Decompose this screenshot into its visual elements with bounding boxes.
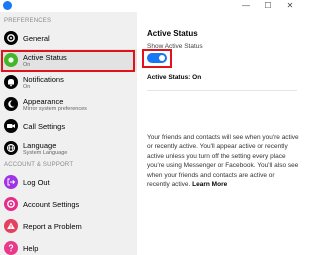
sidebar-item-active-status[interactable]: Active Status On xyxy=(0,49,137,72)
sidebar-item-appearance[interactable]: Appearance Mirror system preferences xyxy=(0,93,137,115)
sidebar-item-sublabel: System Language xyxy=(23,150,68,156)
divider xyxy=(147,90,297,91)
help-icon xyxy=(4,241,18,255)
description-text: Your friends and contacts will see when … xyxy=(147,134,299,189)
active-status-value: Active Status: On xyxy=(147,74,202,81)
sidebar-item-label: Appearance xyxy=(23,97,64,106)
active-status-panel: Active Status Show Active Status Active … xyxy=(137,12,300,255)
sidebar-item-label: Notifications xyxy=(23,75,64,84)
sidebar-item-language[interactable]: Language System Language xyxy=(0,137,137,159)
sidebar-item-label: Account Settings xyxy=(23,200,80,209)
minimize-button[interactable]: — xyxy=(236,0,256,12)
messenger-logo-icon xyxy=(3,1,12,10)
warning-icon xyxy=(4,219,18,233)
sidebar-item-report-a-problem[interactable]: Report a Problem xyxy=(0,215,137,237)
moon-icon xyxy=(4,97,18,111)
gear-icon xyxy=(4,31,18,45)
sidebar-item-log-out[interactable]: Log Out xyxy=(0,171,137,193)
learn-more-link[interactable]: Learn More xyxy=(192,181,227,188)
sidebar-item-call-settings[interactable]: Call Settings xyxy=(0,115,137,137)
active-status-description: Your friends and contacts will see when … xyxy=(147,133,299,189)
selection-highlight-box xyxy=(1,50,135,72)
toggle-highlight-box xyxy=(142,49,172,68)
maximize-button[interactable]: ☐ xyxy=(258,0,278,12)
sidebar-item-sublabel: Mirror system preferences xyxy=(23,106,87,112)
sidebar-item-label: Report a Problem xyxy=(23,222,82,231)
sidebar-item-label: Help xyxy=(23,244,39,253)
sidebar-item-notifications[interactable]: Notifications On xyxy=(0,71,137,93)
logout-icon xyxy=(4,175,18,189)
sidebar-item-label: Log Out xyxy=(23,178,50,187)
sidebar-item-help[interactable]: Help xyxy=(0,237,137,255)
sidebar-item-label: General xyxy=(23,34,50,43)
window-titlebar: — ☐ ✕ xyxy=(0,0,300,12)
sidebar-item-label: Call Settings xyxy=(23,122,66,131)
page-title: Active Status xyxy=(147,29,198,38)
sidebar-item-label: Language xyxy=(23,141,57,150)
video-icon xyxy=(4,119,18,133)
settings-sidebar: PREFERENCES General Active Status On Not… xyxy=(0,12,137,255)
section-header-preferences: PREFERENCES xyxy=(4,18,52,24)
sidebar-item-account-settings[interactable]: Account Settings xyxy=(0,193,137,215)
gear-icon xyxy=(4,197,18,211)
section-header-account-support: ACCOUNT & SUPPORT xyxy=(4,162,74,168)
bell-icon xyxy=(4,75,18,89)
sidebar-item-general[interactable]: General xyxy=(0,27,137,49)
globe-icon xyxy=(4,141,18,155)
close-window-button[interactable]: ✕ xyxy=(280,0,300,12)
sidebar-item-sublabel: On xyxy=(23,84,31,90)
